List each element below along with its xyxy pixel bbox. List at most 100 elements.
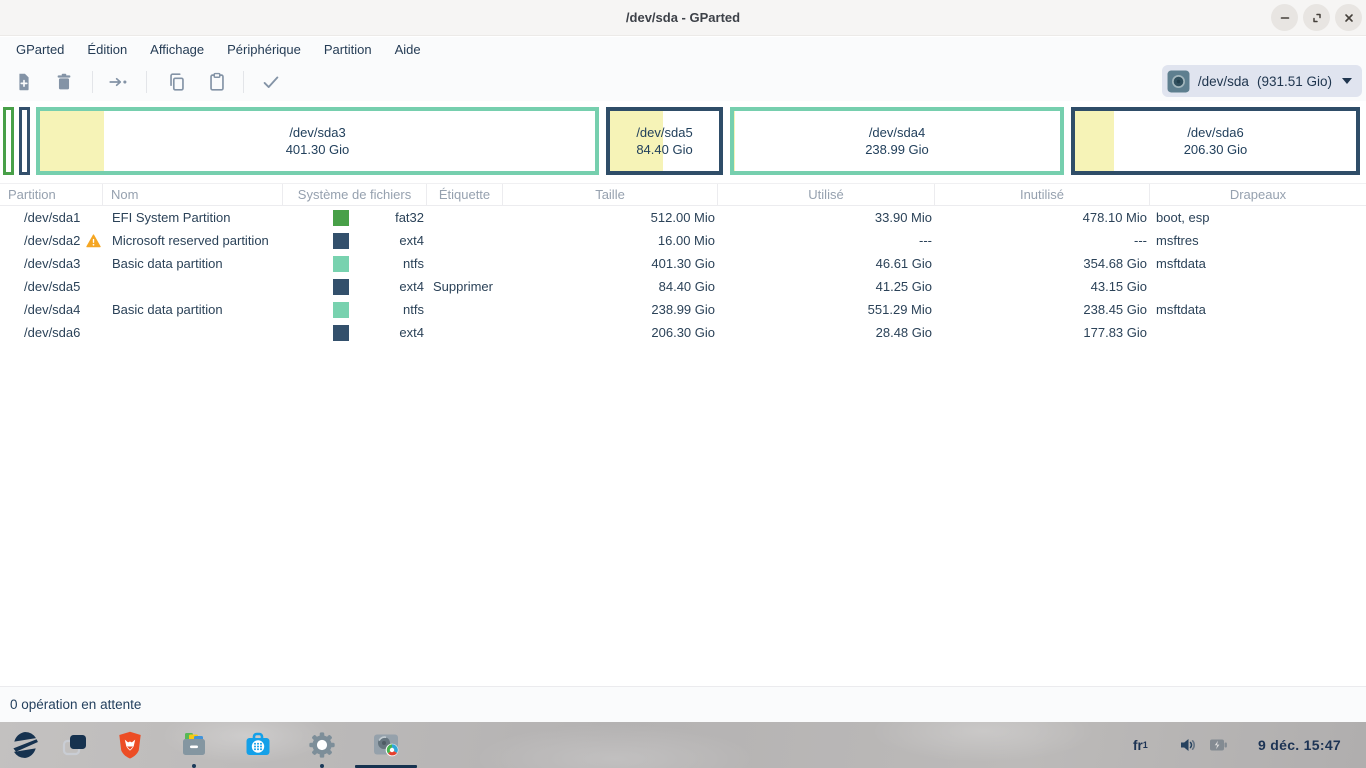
filesystem-color-swatch xyxy=(333,325,349,341)
file-manager-icon xyxy=(177,728,211,762)
partition-flags: msftres xyxy=(1150,229,1366,252)
apply-check-icon xyxy=(260,71,282,93)
gear-icon xyxy=(306,729,338,761)
segment-size: 84.40 Gio xyxy=(636,141,692,158)
zorin-menu-button[interactable] xyxy=(8,728,42,762)
toolbar: /dev/sda (931.51 Gio) xyxy=(0,62,1366,101)
window-title: /dev/sda - GParted xyxy=(0,0,1366,36)
column-header-systeme[interactable]: Système de fichiers xyxy=(283,184,427,205)
running-indicator-files xyxy=(192,764,196,768)
copy-icon xyxy=(166,71,188,93)
partition-unused: 238.45 Gio xyxy=(935,298,1150,321)
keyboard-layout-indicator[interactable]: fr1 xyxy=(1133,722,1148,768)
table-row-sda4[interactable]: /dev/sda4 Basic data partition ntfs 238.… xyxy=(0,298,1366,321)
partition-device: /dev/sda3 xyxy=(24,252,80,275)
zorin-logo-icon xyxy=(9,729,41,761)
partition-segment-sda1[interactable] xyxy=(3,107,14,175)
partition-name: EFI System Partition xyxy=(103,206,283,229)
segment-size: 401.30 Gio xyxy=(286,141,350,158)
brave-browser-button[interactable] xyxy=(113,728,147,762)
partition-flags: msftdata xyxy=(1150,252,1366,275)
gparted-app-button[interactable] xyxy=(369,728,403,762)
partition-used: 551.29 Mio xyxy=(718,298,935,321)
partition-segment-sda3[interactable]: /dev/sda3 401.30 Gio xyxy=(36,107,599,175)
filesystem-type: ntfs xyxy=(349,298,427,321)
partition-unused: 43.15 Gio xyxy=(935,275,1150,298)
filesystem-color-swatch xyxy=(333,210,349,226)
partition-flags xyxy=(1150,275,1366,298)
table-row-sda2[interactable]: /dev/sda2 Microsoft reserved partition e… xyxy=(0,229,1366,252)
column-header-partition[interactable]: Partition xyxy=(0,184,103,205)
column-header-utilise[interactable]: Utilisé xyxy=(718,184,935,205)
menu-edition[interactable]: Édition xyxy=(79,39,135,60)
column-header-nom[interactable]: Nom xyxy=(103,184,283,205)
close-button[interactable] xyxy=(1335,4,1362,31)
partition-used: 33.90 Mio xyxy=(718,206,935,229)
apply-operations-button[interactable] xyxy=(258,69,284,95)
battery-icon xyxy=(1209,737,1228,753)
filesystem-color-swatch xyxy=(333,302,349,318)
minimize-button[interactable] xyxy=(1271,4,1298,31)
partition-name: Basic data partition xyxy=(103,298,283,321)
taskbar: fr1 9 déc. 15:47 xyxy=(0,722,1366,768)
paste-button[interactable] xyxy=(204,69,230,95)
partition-segment-sda4[interactable]: /dev/sda4 238.99 Gio xyxy=(730,107,1064,175)
new-partition-button[interactable] xyxy=(11,69,37,95)
delete-icon xyxy=(53,71,75,93)
battery-indicator[interactable] xyxy=(1209,737,1228,758)
pending-operations-text: 0 opération en attente xyxy=(10,687,141,722)
partition-segment-sda6[interactable]: /dev/sda6 206.30 Gio xyxy=(1071,107,1360,175)
speaker-icon xyxy=(1178,735,1198,755)
partition-used: 41.25 Gio xyxy=(718,275,935,298)
column-header-inutilise[interactable]: Inutilisé xyxy=(935,184,1150,205)
volume-button[interactable] xyxy=(1178,735,1198,760)
partition-segment-sda5[interactable]: /dev/sda5 84.40 Gio xyxy=(606,107,723,175)
restore-button[interactable] xyxy=(1303,4,1330,31)
clock[interactable]: 9 déc. 15:47 xyxy=(1258,722,1341,768)
device-name: /dev/sda xyxy=(1198,74,1249,89)
running-indicator-settings xyxy=(320,764,324,768)
menu-affichage[interactable]: Affichage xyxy=(142,39,212,60)
partition-size: 238.99 Gio xyxy=(503,298,718,321)
menu-aide[interactable]: Aide xyxy=(387,39,429,60)
partition-size: 401.30 Gio xyxy=(503,252,718,275)
gparted-app-icon xyxy=(369,728,403,762)
filesystem-type: ext4 xyxy=(349,321,427,344)
partition-device: /dev/sda2 xyxy=(24,229,80,252)
file-manager-button[interactable] xyxy=(177,728,211,762)
table-row-sda3[interactable]: /dev/sda3 Basic data partition ntfs 401.… xyxy=(0,252,1366,275)
device-size: (931.51 Gio) xyxy=(1257,74,1332,89)
segment-device: /dev/sda3 xyxy=(289,124,345,141)
copy-button[interactable] xyxy=(164,69,190,95)
partition-table: Partition Nom Système de fichiers Étique… xyxy=(0,183,1366,344)
settings-button[interactable] xyxy=(305,728,339,762)
delete-partition-button[interactable] xyxy=(51,69,77,95)
partition-visual-bar: /dev/sda3 401.30 Gio /dev/sda5 84.40 Gio… xyxy=(0,101,1366,183)
software-store-button[interactable] xyxy=(241,728,275,762)
resize-move-button[interactable] xyxy=(105,69,131,95)
window-switcher-button[interactable] xyxy=(58,728,92,762)
table-row-sda1[interactable]: /dev/sda1 EFI System Partition fat32 512… xyxy=(0,206,1366,229)
menu-gparted[interactable]: GParted xyxy=(8,39,72,60)
filesystem-type: ntfs xyxy=(349,252,427,275)
menu-partition[interactable]: Partition xyxy=(316,39,380,60)
titlebar: /dev/sda - GParted xyxy=(0,0,1366,36)
partition-name xyxy=(103,275,283,298)
partition-segment-sda2[interactable] xyxy=(19,107,30,175)
partition-name: Microsoft reserved partition xyxy=(103,229,283,252)
disk-icon xyxy=(1167,70,1190,93)
column-header-taille[interactable]: Taille xyxy=(503,184,718,205)
minimize-icon xyxy=(1278,11,1292,25)
device-selector[interactable]: /dev/sda (931.51 Gio) xyxy=(1162,65,1362,97)
statusbar: 0 opération en attente xyxy=(0,686,1366,722)
table-row-sda6[interactable]: /dev/sda6 ext4 206.30 Gio 28.48 Gio 177.… xyxy=(0,321,1366,344)
partition-unused: 177.83 Gio xyxy=(935,321,1150,344)
partition-label xyxy=(427,252,503,275)
partition-label xyxy=(427,229,503,252)
column-header-drapeaux[interactable]: Drapeaux xyxy=(1150,184,1366,205)
menu-peripherique[interactable]: Périphérique xyxy=(219,39,309,60)
table-header: Partition Nom Système de fichiers Étique… xyxy=(0,183,1366,206)
table-row-sda5[interactable]: /dev/sda5 ext4 Supprimer 84.40 Gio 41.25… xyxy=(0,275,1366,298)
segment-size: 206.30 Gio xyxy=(1184,141,1248,158)
column-header-etiquette[interactable]: Étiquette xyxy=(427,184,503,205)
